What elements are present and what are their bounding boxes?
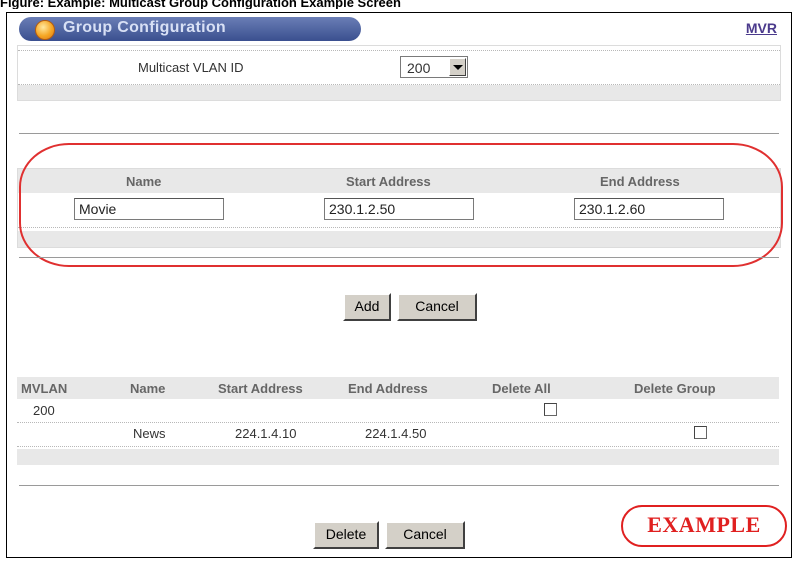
example-stamp: EXAMPLE [621, 505, 787, 547]
vlan-id-label: Multicast VLAN ID [138, 60, 244, 75]
row-start-address: 224.1.4.10 [235, 426, 297, 441]
mvr-link[interactable]: MVR [746, 20, 777, 36]
vlan-id-value: 200 [407, 60, 431, 76]
col-name: Name [130, 381, 166, 396]
divider [17, 422, 779, 423]
separator [19, 257, 779, 258]
orb-icon [35, 20, 55, 40]
group-table: MVLAN Name Start Address End Address Del… [17, 377, 779, 473]
highlight-oval [19, 143, 783, 267]
col-delete-all: Delete All [492, 381, 551, 396]
cancel-button[interactable]: Cancel [397, 293, 477, 321]
separator [19, 133, 779, 134]
col-end-address: End Address [348, 381, 428, 396]
cancel-delete-button[interactable]: Cancel [385, 521, 465, 549]
col-delete-group: Delete Group [634, 381, 716, 396]
row-name: News [133, 426, 166, 441]
divider [18, 50, 780, 51]
panel-band [18, 85, 780, 100]
group-config-frame: Group Configuration MVR Multicast VLAN I… [6, 12, 792, 558]
delete-group-checkbox[interactable] [694, 426, 707, 439]
panel-band [17, 449, 779, 465]
vlan-id-select[interactable]: 200 [400, 56, 468, 78]
row-mvlan: 200 [33, 403, 55, 418]
title-bar: Group Configuration [19, 17, 361, 41]
delete-all-checkbox[interactable] [544, 403, 557, 416]
separator [19, 485, 779, 486]
divider [17, 446, 779, 447]
add-button[interactable]: Add [343, 293, 391, 321]
col-start-address: Start Address [218, 381, 303, 396]
vlan-panel: Multicast VLAN ID 200 [17, 45, 781, 101]
row-end-address: 224.1.4.50 [365, 426, 427, 441]
figure-caption: Figure: Example: Multicast Group Configu… [0, 0, 401, 9]
delete-button[interactable]: Delete [313, 521, 379, 549]
page-title: Group Configuration [63, 19, 227, 36]
chevron-down-icon[interactable] [449, 58, 466, 76]
col-mvlan: MVLAN [21, 381, 68, 396]
